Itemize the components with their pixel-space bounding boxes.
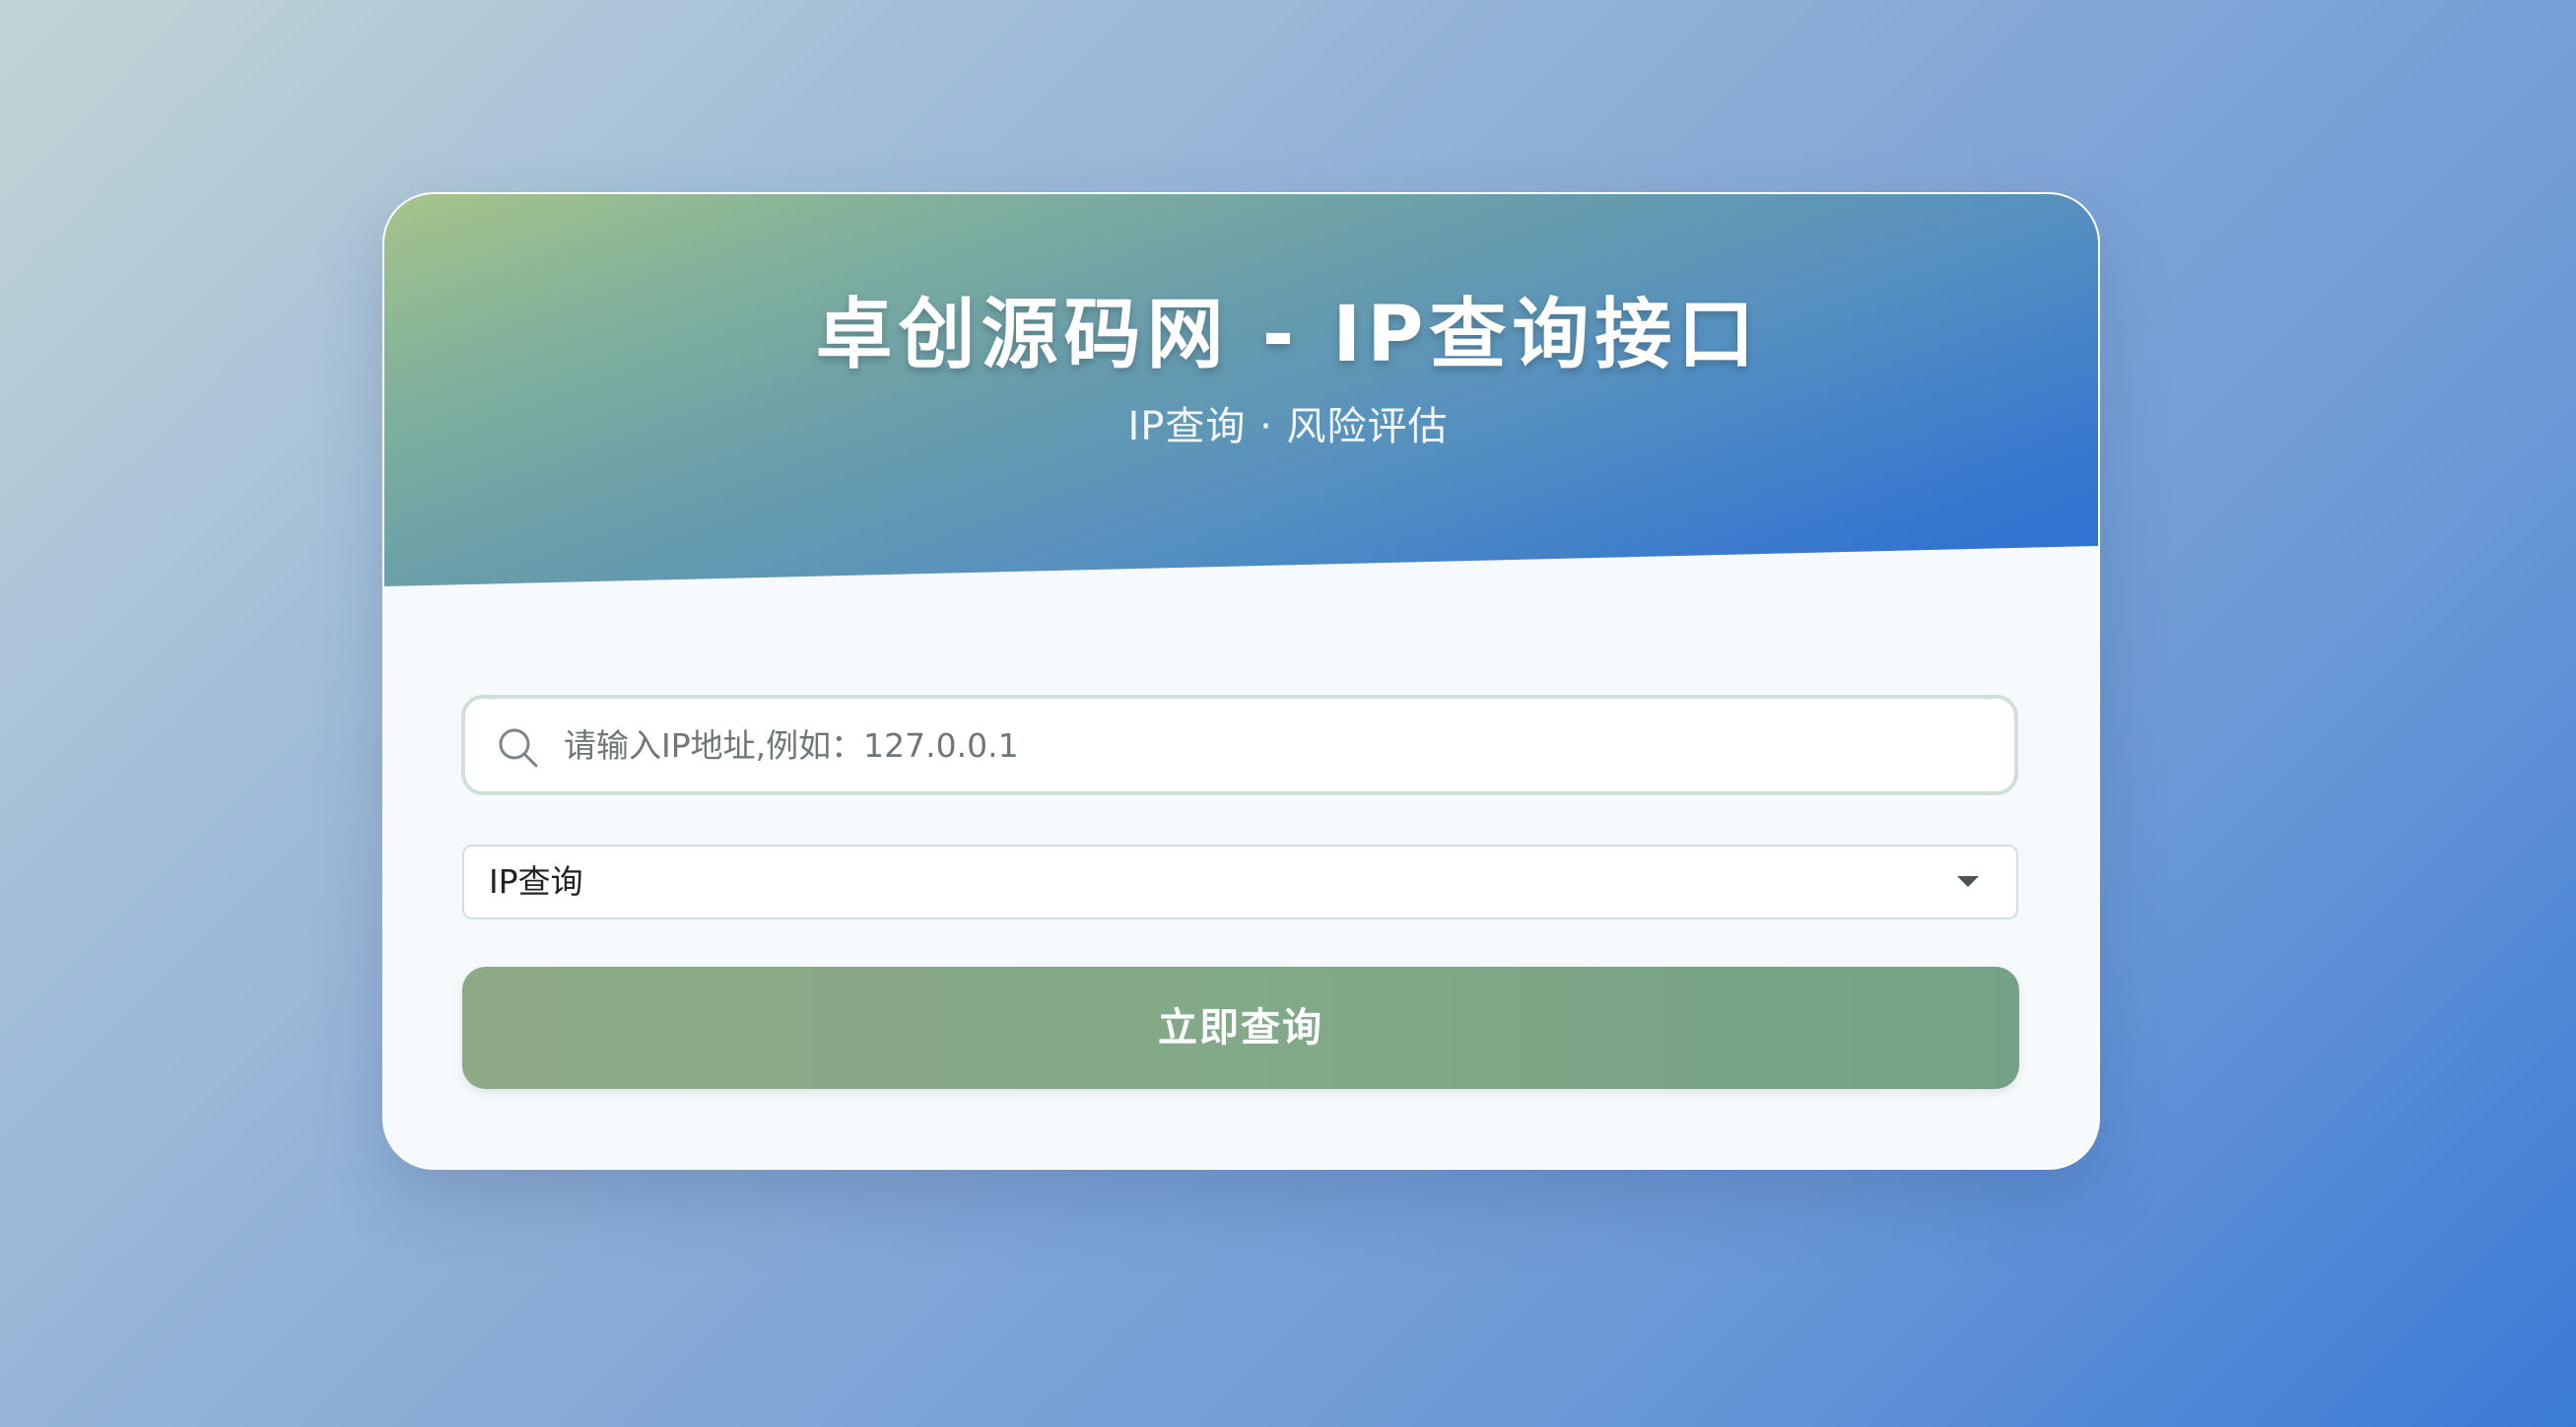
search-icon	[497, 726, 540, 770]
query-type-selected-value: IP查询	[489, 862, 583, 901]
page-subtitle: IP查询 · 风险评估	[1127, 404, 1449, 449]
card-header-banner	[384, 194, 2098, 586]
search-box	[461, 695, 2018, 795]
query-type-select[interactable]: IP查询	[462, 845, 2018, 919]
page-title: 卓创源码网 - IP查询接口	[815, 291, 1761, 379]
submit-query-button[interactable]: 立即查询	[462, 967, 2019, 1089]
ip-address-input[interactable]	[564, 699, 1983, 791]
chevron-down-icon	[1957, 876, 1979, 887]
